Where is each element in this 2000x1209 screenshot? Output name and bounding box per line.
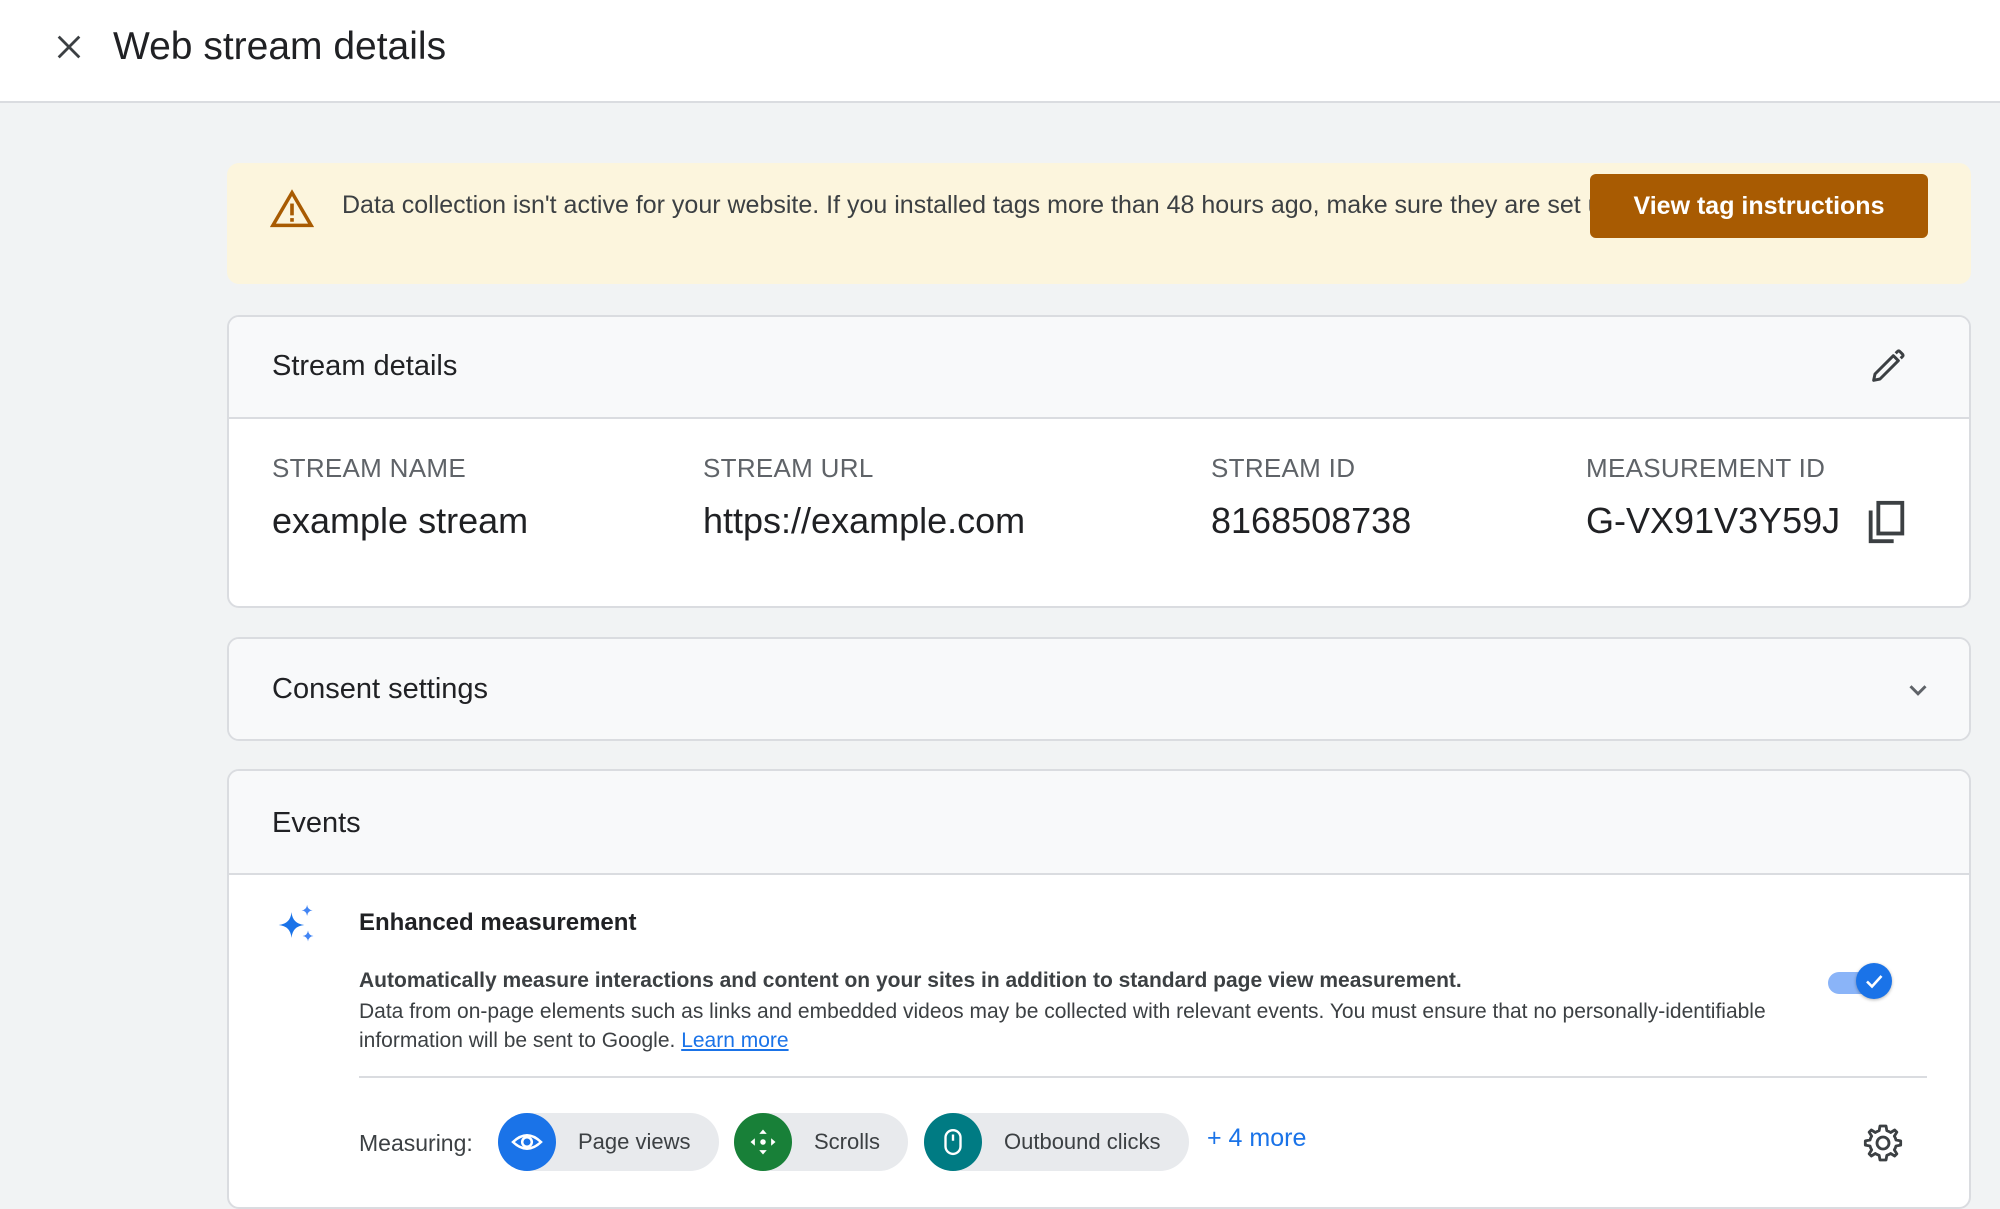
sparkle-icon (278, 904, 314, 942)
measurement-id-field: MEASUREMENT ID G-VX91V3Y59J (1586, 453, 1840, 542)
stream-url-label: STREAM URL (703, 453, 874, 483)
more-events-link[interactable]: + 4 more (1207, 1124, 1306, 1153)
measurement-id-label: MEASUREMENT ID (1586, 453, 1826, 483)
page-title: Web stream details (113, 25, 447, 68)
events-title: Events (272, 807, 361, 839)
close-icon (57, 35, 81, 59)
chip-page-views[interactable]: Page views (498, 1113, 719, 1171)
move-arrows-icon (734, 1113, 792, 1171)
stream-id-label: STREAM ID (1211, 453, 1356, 483)
gear-icon[interactable] (1863, 1123, 1903, 1163)
close-button[interactable] (46, 24, 92, 70)
banner-message: Data collection isn't active for your we… (342, 191, 1722, 219)
stream-url-value: https://example.com (703, 500, 1026, 541)
enhanced-measurement-title: Enhanced measurement (359, 909, 637, 936)
check-icon (1866, 975, 1883, 989)
chip-label: Page views (578, 1129, 691, 1154)
data-collection-banner: Data collection isn't active for your we… (227, 163, 1971, 284)
chevron-down-icon[interactable] (1903, 675, 1933, 705)
events-header: Events (229, 771, 1969, 875)
stream-url-field: STREAM URL https://example.com (703, 453, 1025, 542)
learn-more-link[interactable]: Learn more (681, 1029, 788, 1052)
stream-details-card: Stream details STREAM NAME example strea… (227, 315, 1971, 608)
chip-outbound-clicks[interactable]: Outbound clicks (924, 1113, 1189, 1171)
chip-scrolls[interactable]: Scrolls (734, 1113, 909, 1171)
stream-id-value: 8168508738 (1211, 500, 1412, 541)
eye-icon (498, 1113, 556, 1171)
measurement-id-value: G-VX91V3Y59J (1586, 500, 1841, 541)
top-bar: Web stream details (0, 0, 2000, 103)
chip-label: Scrolls (814, 1129, 881, 1154)
toggle-knob (1856, 963, 1892, 999)
stream-details-header: Stream details (229, 317, 1969, 419)
stream-name-value: example stream (272, 500, 529, 541)
view-tag-instructions-button[interactable]: View tag instructions (1590, 174, 1928, 238)
stream-name-field: STREAM NAME example stream (272, 453, 528, 542)
enhanced-measurement-summary: Automatically measure interactions and c… (359, 969, 1462, 992)
enhanced-measurement-description-text: Data from on-page elements such as links… (359, 1000, 1766, 1052)
enhanced-measurement-toggle[interactable] (1828, 961, 1894, 1001)
chip-label: Outbound clicks (1004, 1129, 1161, 1154)
stream-id-field: STREAM ID 8168508738 (1211, 453, 1411, 542)
stream-details-title: Stream details (272, 350, 458, 382)
warning-icon (270, 189, 314, 228)
divider (359, 1076, 1927, 1078)
consent-settings-card[interactable]: Consent settings (227, 637, 1971, 741)
copy-icon[interactable] (1866, 499, 1906, 545)
pencil-icon[interactable] (1867, 347, 1907, 387)
measuring-label: Measuring: (359, 1130, 473, 1156)
mouse-icon (924, 1113, 982, 1171)
events-card: Events Enhanced measurement Automaticall… (227, 769, 1971, 1209)
enhanced-measurement-description: Data from on-page elements such as links… (359, 997, 1779, 1055)
consent-settings-title: Consent settings (272, 673, 489, 705)
stream-name-label: STREAM NAME (272, 453, 466, 483)
consent-settings-header[interactable]: Consent settings (229, 639, 1969, 739)
